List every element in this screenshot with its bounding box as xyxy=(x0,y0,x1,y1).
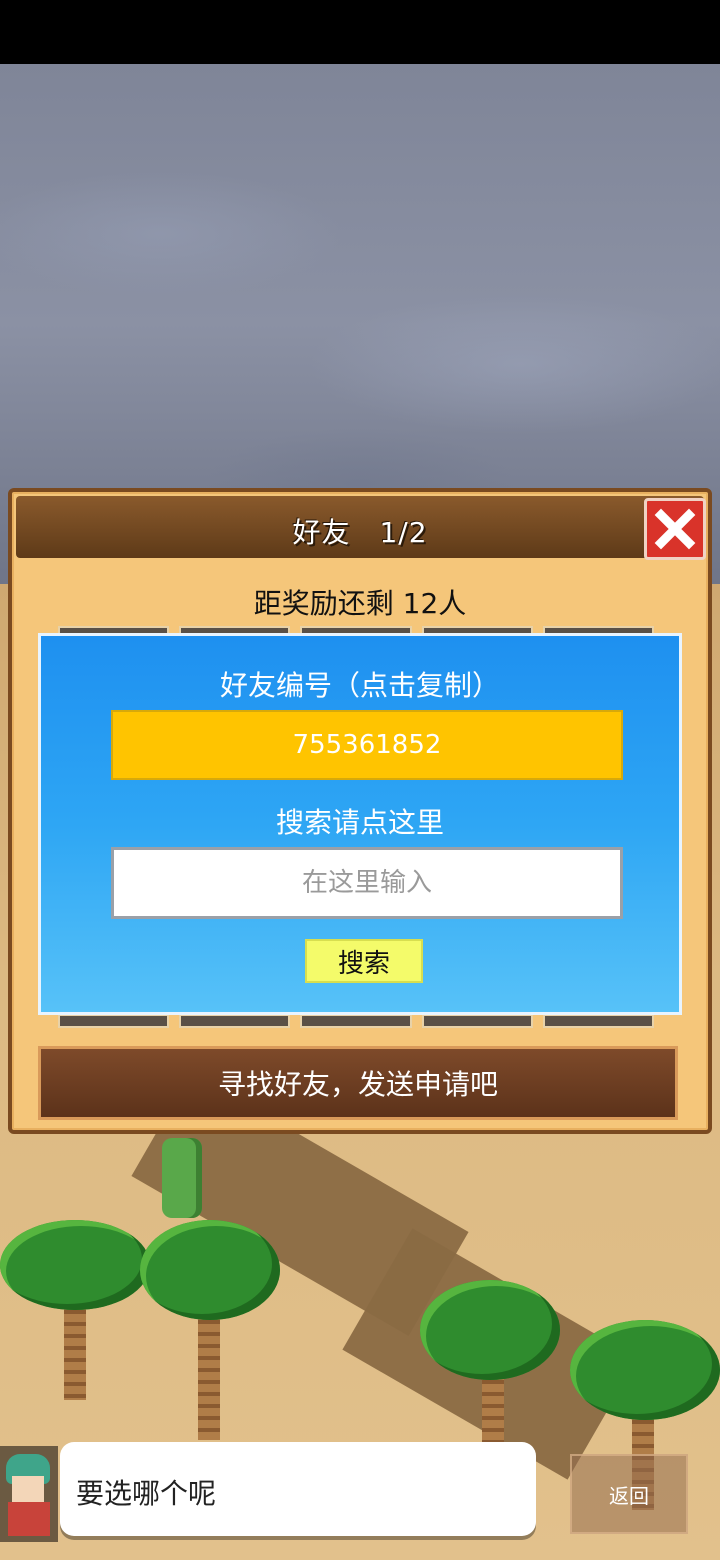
search-label: 搜索请点这里 xyxy=(275,806,444,839)
close-x-icon xyxy=(654,508,696,550)
friend-id-label: 好友编号（点击复制） xyxy=(219,669,500,702)
palm-tree xyxy=(0,1200,160,1400)
friend-search-input[interactable] xyxy=(111,847,623,919)
reward-remaining-text: 距奖励还剩 12人 xyxy=(253,587,467,620)
speech-bubble: 要选哪个呢 xyxy=(60,1442,536,1536)
status-bar xyxy=(0,0,720,64)
friend-slot[interactable] xyxy=(542,1014,655,1028)
palm-tree xyxy=(420,1270,570,1470)
dialog-title: 好友 1/2 xyxy=(292,516,428,549)
friend-slot[interactable] xyxy=(58,1014,170,1028)
friend-slot[interactable] xyxy=(179,1014,291,1028)
back-button[interactable]: 返回 xyxy=(570,1454,688,1534)
speech-text: 要选哪个呢 xyxy=(76,1477,217,1510)
friend-id-copy-button[interactable]: 755361852 xyxy=(111,710,623,780)
dialog-header: 好友 1/2 xyxy=(16,496,704,558)
friend-search-panel: 好友编号（点击复制） 755361852 搜索请点这里 搜索 xyxy=(38,633,682,1015)
friend-slots-bottom xyxy=(58,1014,655,1028)
character-avatar xyxy=(0,1446,58,1542)
friend-slot[interactable] xyxy=(421,1014,533,1028)
find-friends-button[interactable]: 寻找好友，发送申请吧 xyxy=(38,1046,678,1120)
friend-slot[interactable] xyxy=(300,1014,412,1028)
close-button[interactable] xyxy=(644,498,706,560)
palm-tree xyxy=(140,1200,290,1440)
search-button[interactable]: 搜索 xyxy=(305,939,423,983)
